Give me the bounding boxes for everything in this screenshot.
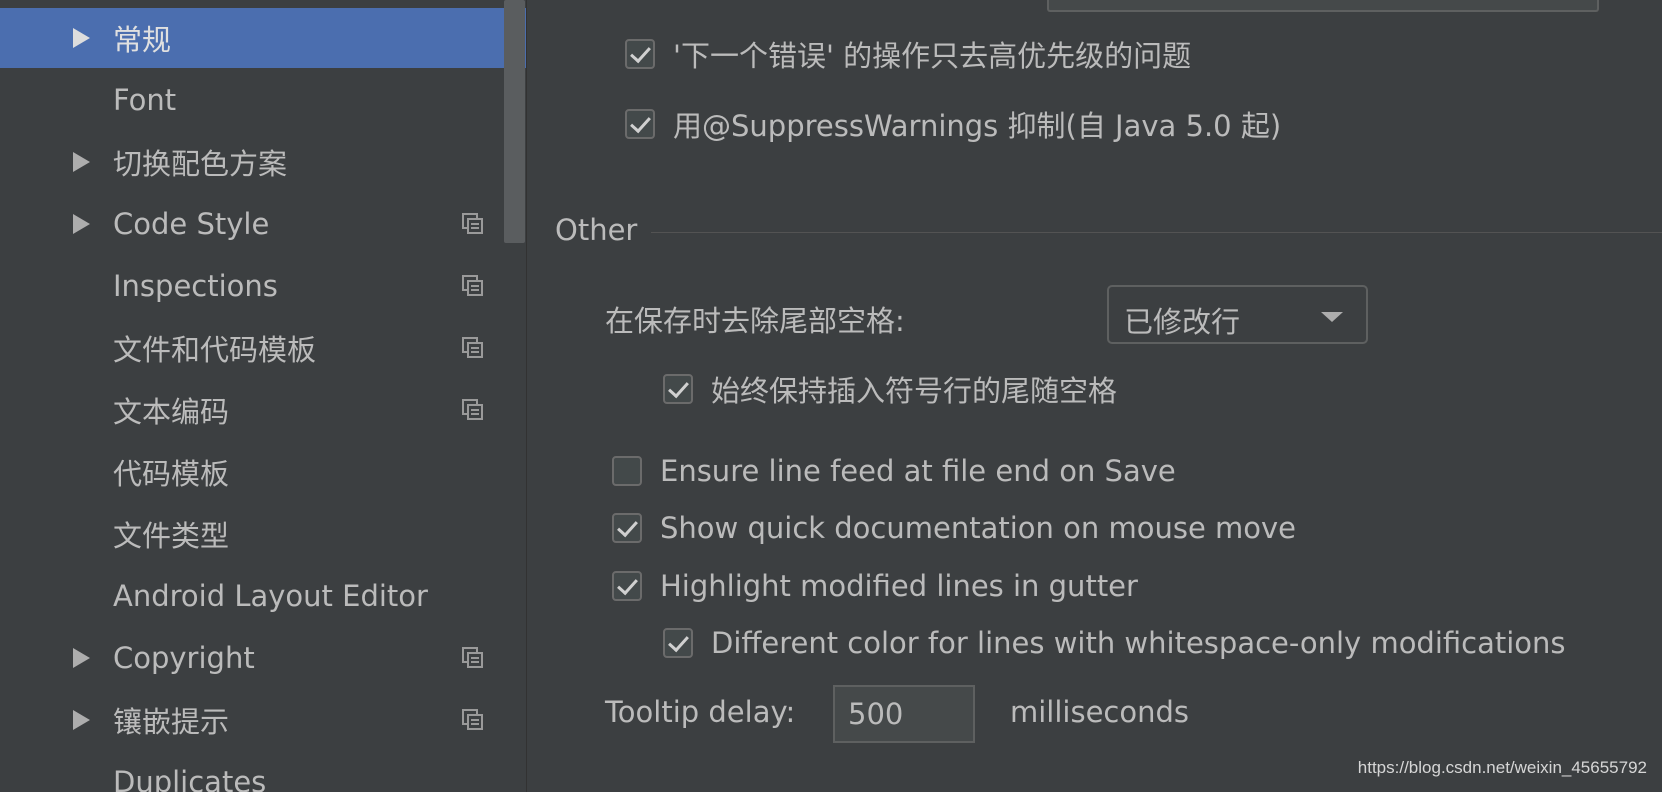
next-error-high-priority-checkbox[interactable] [625, 39, 655, 69]
expand-arrow-icon[interactable] [73, 710, 90, 730]
project-copy-icon [462, 647, 483, 668]
sidebar-item-label: 文件类型 [113, 519, 230, 553]
tooltip-delay-label: Tooltip delay: [605, 695, 796, 729]
keep-caret-spaces-checkbox[interactable] [663, 374, 693, 404]
sidebar-item-android-layout-editor[interactable]: Android Layout Editor [0, 566, 526, 626]
ensure-line-feed-row[interactable]: Ensure line feed at file end on Save [612, 451, 1176, 491]
sidebar-item-label: 文本编码 [113, 395, 230, 429]
expand-arrow-icon[interactable] [73, 648, 90, 668]
highlight-modified-label: Highlight modified lines in gutter [660, 569, 1138, 603]
sidebar-scrollbar[interactable] [504, 0, 525, 243]
sidebar-item-inspections[interactable]: Inspections [0, 256, 526, 316]
highlight-modified-row[interactable]: Highlight modified lines in gutter [612, 566, 1138, 606]
sidebar-item-label: Android Layout Editor [113, 579, 428, 613]
strip-trailing-spaces-label: 在保存时去除尾部空格: [605, 304, 905, 338]
whitespace-color-row[interactable]: Different color for lines with whitespac… [663, 623, 1566, 663]
sidebar-item-label: Code Style [113, 207, 270, 241]
other-section-title: Other [555, 213, 638, 247]
highlight-modified-checkbox[interactable] [612, 571, 642, 601]
chevron-down-icon [1321, 312, 1343, 322]
quick-doc-row[interactable]: Show quick documentation on mouse move [612, 508, 1296, 548]
project-copy-icon [462, 399, 483, 420]
sidebar-item-label: 切换配色方案 [113, 147, 288, 181]
strip-trailing-spaces-dropdown[interactable]: 已修改行 [1107, 285, 1368, 344]
watermark: https://blog.csdn.net/weixin_45655792 [1357, 758, 1647, 777]
sidebar-item-label: Font [113, 83, 177, 117]
next-error-high-priority-row[interactable]: '下一个错误' 的操作只去高优先级的问题 [625, 34, 1191, 74]
sidebar-item-color-scheme[interactable]: 切换配色方案 [0, 132, 526, 192]
quick-doc-label: Show quick documentation on mouse move [660, 511, 1297, 545]
settings-window: 常规 Font 切换配色方案 Code Style Inspections 文件… [0, 0, 1662, 792]
dropdown-selected-value: 已修改行 [1124, 305, 1241, 339]
project-copy-icon [462, 275, 483, 296]
sidebar-item-code-style[interactable]: Code Style [0, 194, 526, 254]
ensure-line-feed-label: Ensure line feed at file end on Save [660, 454, 1176, 488]
sidebar-item-label: 文件和代码模板 [113, 333, 317, 367]
expand-arrow-icon[interactable] [73, 214, 90, 234]
sidebar-item-live-templates[interactable]: 代码模板 [0, 442, 526, 502]
tooltip-delay-unit: milliseconds [1010, 695, 1190, 729]
sidebar-item-label: 镶嵌提示 [113, 705, 230, 739]
expand-arrow-icon[interactable] [73, 152, 90, 172]
ensure-line-feed-checkbox[interactable] [612, 456, 642, 486]
project-copy-icon [462, 337, 483, 358]
section-divider [651, 232, 1662, 233]
sidebar-item-label: Inspections [113, 269, 278, 303]
sidebar-item-label: 常规 [113, 23, 172, 57]
sidebar-item-label: Copyright [113, 641, 255, 675]
expand-arrow-icon[interactable] [73, 28, 90, 48]
tooltip-delay-input[interactable] [833, 685, 975, 743]
next-error-high-priority-label: '下一个错误' 的操作只去高优先级的问题 [673, 39, 1192, 73]
sidebar-item-file-encodings[interactable]: 文本编码 [0, 380, 526, 440]
sidebar-item-label: Duplicates [113, 765, 267, 792]
sidebar-item-duplicates[interactable]: Duplicates [0, 752, 526, 792]
keep-caret-spaces-row[interactable]: 始终保持插入符号行的尾随空格 [663, 369, 1117, 409]
whitespace-color-checkbox[interactable] [663, 628, 693, 658]
sidebar-item-general[interactable]: 常规 [0, 8, 526, 68]
settings-sidebar: 常规 Font 切换配色方案 Code Style Inspections 文件… [0, 0, 527, 792]
top-input-field[interactable] [1047, 0, 1599, 12]
sidebar-item-font[interactable]: Font [0, 70, 526, 130]
suppress-warnings-row[interactable]: 用@SuppressWarnings 抑制(自 Java 5.0 起) [625, 104, 1281, 144]
sidebar-item-inlay-hints[interactable]: 镶嵌提示 [0, 690, 526, 750]
suppress-warnings-checkbox[interactable] [625, 109, 655, 139]
settings-content: '下一个错误' 的操作只去高优先级的问题 用@SuppressWarnings … [527, 0, 1662, 792]
sidebar-item-copyright[interactable]: Copyright [0, 628, 526, 688]
quick-doc-checkbox[interactable] [612, 513, 642, 543]
project-copy-icon [462, 213, 483, 234]
suppress-warnings-label: 用@SuppressWarnings 抑制(自 Java 5.0 起) [673, 109, 1282, 143]
project-copy-icon [462, 709, 483, 730]
sidebar-item-file-templates[interactable]: 文件和代码模板 [0, 318, 526, 378]
sidebar-item-label: 代码模板 [113, 457, 230, 491]
whitespace-color-label: Different color for lines with whitespac… [711, 626, 1566, 660]
sidebar-item-file-types[interactable]: 文件类型 [0, 504, 526, 564]
keep-caret-spaces-label: 始终保持插入符号行的尾随空格 [711, 374, 1118, 408]
